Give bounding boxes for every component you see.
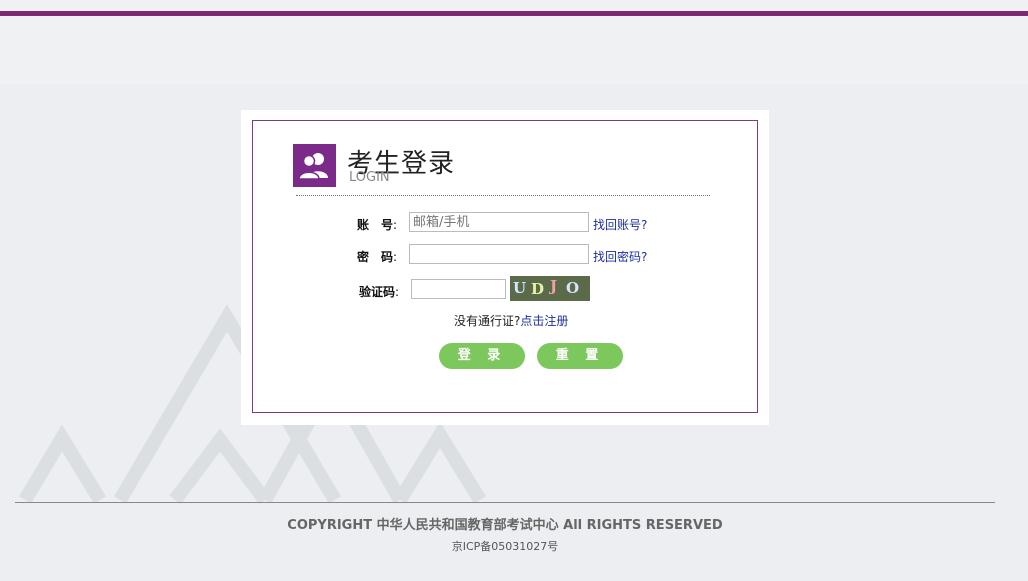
register-link[interactable]: 点击注册 [520,314,568,328]
password-input[interactable] [409,244,589,264]
captcha-char: D [531,280,545,298]
register-prompt: 没有通行证?点击注册 [454,312,568,329]
find-account-link[interactable]: 找回账号? [593,216,647,233]
login-button[interactable]: 登 录 [439,343,525,369]
captcha-char: J [550,277,558,295]
captcha-char: U [513,279,527,297]
find-password-link[interactable]: 找回密码? [593,248,647,265]
register-text: 没有通行证? [454,314,521,328]
captcha-image[interactable]: U D J O [510,276,590,301]
user-group-icon [293,144,336,187]
header-band [0,16,1028,84]
footer-divider [15,502,995,503]
copyright-text: COPYRIGHT 中华人民共和国教育部考试中心 All RIGHTS RESE… [287,518,723,533]
captcha-label: 验证码: [359,285,400,299]
captcha-input[interactable] [411,279,506,299]
password-label: 密 码: [357,250,398,264]
account-input[interactable] [409,212,589,232]
reset-button[interactable]: 重 置 [537,343,623,369]
top-bar [0,0,1028,11]
title-separator [296,195,710,196]
icp-number: 京ICP备05031027号 [451,540,559,553]
page-subtitle: LOGIN [349,170,390,185]
captcha-char: O [566,279,580,297]
account-label: 账 号: [357,218,398,232]
